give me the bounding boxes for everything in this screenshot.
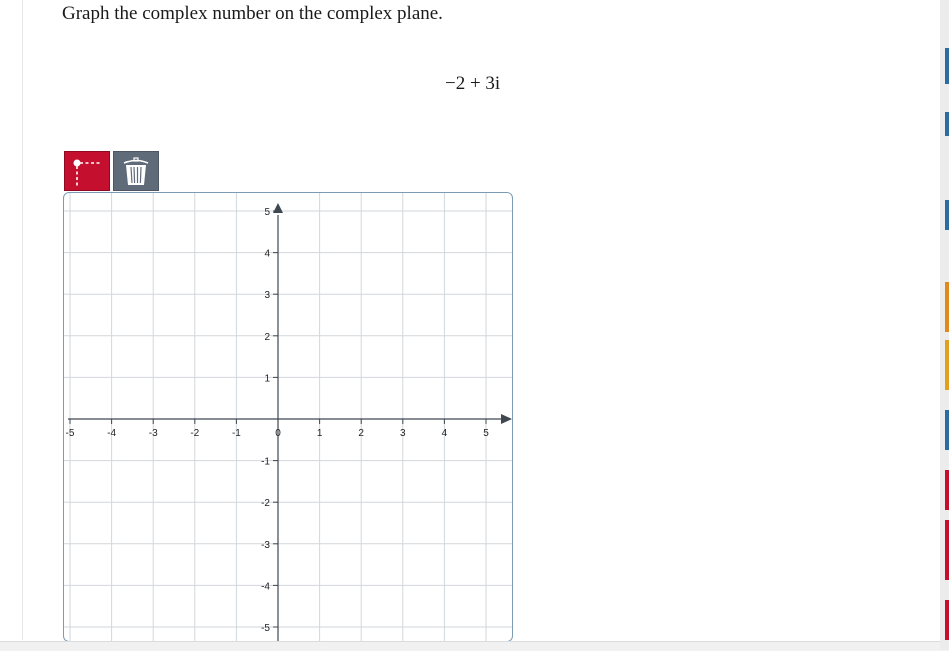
delete-tool-button[interactable] <box>113 151 159 191</box>
complex-plane-svg[interactable]: -5 -4 -3 -2 -1 0 1 2 3 4 5 5 4 3 2 1 -1 -2 -3 -4 -5 <box>64 193 513 642</box>
tick-labels: -5 -4 -3 -2 -1 0 1 2 3 4 5 5 4 3 2 1 -1 -2 -3 -4 -5 <box>66 207 490 634</box>
x-tick-label: -1 <box>232 428 241 439</box>
y-tick-label: 5 <box>264 207 270 218</box>
grid-lines <box>64 193 512 641</box>
y-tick-label: -5 <box>261 623 270 634</box>
x-tick-label: 2 <box>358 428 364 439</box>
complex-number-expression: −2 + 3i <box>445 73 501 94</box>
x-tick-label: 3 <box>400 428 406 439</box>
y-tick-label: -2 <box>261 498 270 509</box>
content-left-border <box>22 0 23 640</box>
point-plot-icon <box>73 159 102 186</box>
x-tick-label: 4 <box>442 428 448 439</box>
y-tick-label: 1 <box>264 373 270 384</box>
y-tick-label: 3 <box>264 290 270 301</box>
y-tick-label: -3 <box>261 540 270 551</box>
y-tick-label: -4 <box>261 581 270 592</box>
x-tick-label: -4 <box>107 428 116 439</box>
x-tick-label: -2 <box>190 428 199 439</box>
x-tick-label: 1 <box>317 428 323 439</box>
x-tick-label: 5 <box>483 428 489 439</box>
question-prompt: Graph the complex number on the complex … <box>62 3 443 24</box>
trash-icon <box>123 157 149 185</box>
x-tick-label: -5 <box>66 428 75 439</box>
point-tool-button[interactable] <box>64 151 110 191</box>
y-tick-label: 2 <box>264 332 270 343</box>
x-tick-label: 0 <box>275 428 281 439</box>
complex-plane-graph[interactable]: -5 -4 -3 -2 -1 0 1 2 3 4 5 5 4 3 2 1 -1 -2 -3 -4 -5 <box>63 192 513 642</box>
y-tick-label: 4 <box>264 249 270 260</box>
axes <box>68 203 512 641</box>
y-tick-label: -1 <box>261 457 270 468</box>
x-tick-label: -3 <box>149 428 158 439</box>
right-side-panel <box>940 0 949 650</box>
x-axis-arrow <box>501 414 512 424</box>
